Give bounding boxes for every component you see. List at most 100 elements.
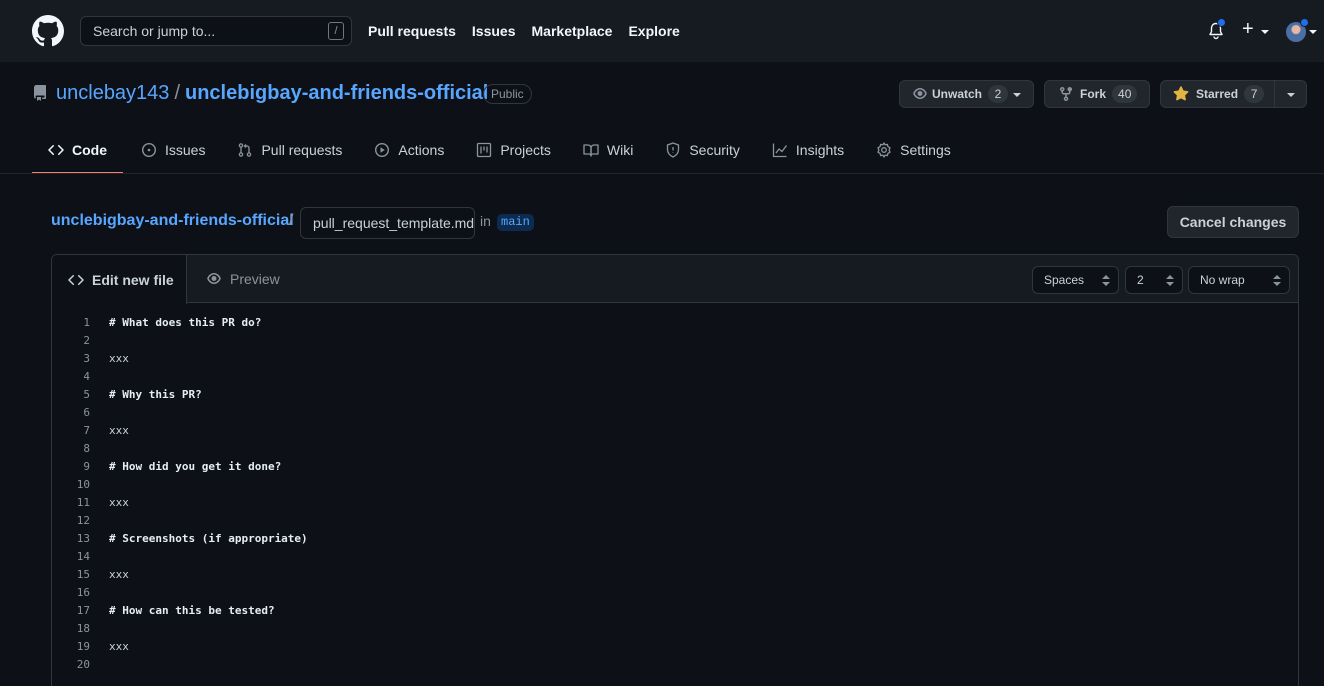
unwatch-button[interactable]: Unwatch 2 — [899, 80, 1034, 108]
repo-tabs: Code Issues Pull requests Actions Projec… — [32, 126, 967, 174]
line-content: # Screenshots (if appropriate) — [109, 532, 308, 545]
code-line[interactable]: 17 # How can this be tested? — [52, 602, 1298, 620]
edit-tab-label: Edit new file — [92, 271, 174, 288]
star-filled-icon — [1173, 86, 1189, 101]
code-line[interactable]: 19 xxx — [52, 638, 1298, 656]
code-line[interactable]: 4 — [52, 368, 1298, 386]
line-content: # Why this PR? — [109, 388, 202, 401]
line-content: xxx — [109, 496, 129, 509]
tab-insights[interactable]: Insights — [756, 126, 860, 174]
code-line[interactable]: 12 — [52, 512, 1298, 530]
tab-security-label: Security — [689, 142, 740, 158]
code-line[interactable]: 18 — [52, 620, 1298, 638]
line-number: 16 — [76, 586, 90, 599]
code-line[interactable]: 11 xxx — [52, 494, 1298, 512]
code-line[interactable]: 7 xxx — [52, 422, 1298, 440]
line-content: xxx — [109, 424, 129, 437]
unwatch-label: Unwatch — [932, 87, 983, 101]
tab-pull-requests-label: Pull requests — [261, 142, 343, 158]
branch-prefix-label: in — [480, 213, 491, 229]
code-icon — [48, 144, 64, 156]
cancel-changes-button[interactable]: Cancel changes — [1167, 206, 1299, 238]
fork-label: Fork — [1080, 87, 1107, 101]
watch-chevron-down-icon[interactable] — [1013, 93, 1021, 97]
code-line[interactable]: 13 # Screenshots (if appropriate) — [52, 530, 1298, 548]
code-line[interactable]: 9 # How did you get it done? — [52, 458, 1298, 476]
tab-insights-label: Insights — [795, 142, 845, 158]
line-number: 3 — [83, 352, 90, 365]
search-shortcut-key: / — [328, 22, 344, 40]
tab-actions-label: Actions — [398, 142, 445, 158]
line-content: xxx — [109, 568, 129, 581]
github-logo-icon[interactable] — [32, 15, 64, 47]
line-number: 6 — [83, 406, 90, 419]
starred-button[interactable]: Starred 7 — [1160, 80, 1307, 108]
breadcrumb-repo-link[interactable]: unclebigbay-and-friends-official — [51, 212, 294, 230]
avatar-status-indicator — [1300, 18, 1309, 27]
tab-projects[interactable]: Projects — [460, 126, 567, 174]
line-number: 20 — [76, 658, 90, 671]
code-line[interactable]: 5 # Why this PR? — [52, 386, 1298, 404]
wrap-mode-select[interactable]: No wrap — [1188, 266, 1290, 294]
code-editor-area[interactable]: 1 # What does this PR do? 2 3 xxx 4 5 # Why thi… — [52, 314, 1298, 674]
code-line[interactable]: 16 — [52, 584, 1298, 602]
filename-field[interactable]: pull_request_template.md — [300, 207, 475, 239]
line-number: 17 — [76, 604, 90, 617]
eye-icon — [913, 88, 927, 99]
nav-marketplace[interactable]: Marketplace — [532, 23, 613, 39]
code-line[interactable]: 8 — [52, 440, 1298, 458]
editor-toolbar: Edit new file Preview Spaces 2 No wrap — [52, 255, 1298, 304]
indent-mode-select[interactable]: Spaces — [1032, 266, 1119, 294]
pull-request-icon — [239, 143, 252, 157]
line-content: # How can this be tested? — [109, 604, 275, 617]
tab-pull-requests[interactable]: Pull requests — [221, 126, 358, 174]
line-number: 9 — [83, 460, 90, 473]
repo-name-link[interactable]: unclebigbay-and-friends-official — [185, 82, 488, 104]
code-line[interactable]: 2 — [52, 332, 1298, 350]
code-line[interactable]: 15 xxx — [52, 566, 1298, 584]
create-new-button[interactable]: + — [1242, 19, 1254, 39]
repo-icon — [34, 85, 46, 101]
fork-count: 40 — [1112, 85, 1138, 103]
line-number: 2 — [83, 334, 90, 347]
tab-preview[interactable]: Preview — [206, 255, 280, 303]
line-number: 11 — [76, 496, 90, 509]
nav-pull-requests[interactable]: Pull requests — [368, 23, 456, 39]
line-number: 15 — [76, 568, 90, 581]
tab-code[interactable]: Code — [32, 126, 123, 174]
star-divider — [1274, 81, 1275, 107]
star-list-chevron-down-icon[interactable] — [1287, 93, 1295, 97]
nav-explore[interactable]: Explore — [628, 23, 679, 39]
tab-wiki[interactable]: Wiki — [567, 126, 649, 174]
code-line[interactable]: 6 — [52, 404, 1298, 422]
code-line[interactable]: 3 xxx — [52, 350, 1298, 368]
visibility-badge: Public — [483, 84, 532, 104]
repo-owner-link[interactable]: unclebay143 — [56, 82, 169, 104]
tab-actions[interactable]: Actions — [358, 126, 460, 174]
tab-edit-new-file[interactable]: Edit new file — [52, 255, 187, 304]
line-number: 4 — [83, 370, 90, 383]
code-line[interactable]: 20 — [52, 656, 1298, 674]
fork-button[interactable]: Fork 40 — [1044, 80, 1150, 108]
code-line[interactable]: 10 — [52, 476, 1298, 494]
search-input[interactable]: Search or jump to... / — [80, 16, 352, 46]
book-icon — [583, 144, 599, 157]
shield-icon — [667, 142, 680, 158]
file-editor: Edit new file Preview Spaces 2 No wrap 1… — [51, 254, 1299, 686]
repo-separator: / — [174, 82, 180, 104]
indent-mode-value: Spaces — [1044, 273, 1085, 287]
tab-security[interactable]: Security — [649, 126, 756, 174]
code-line[interactable]: 14 — [52, 548, 1298, 566]
tab-settings[interactable]: Settings — [860, 126, 967, 174]
issue-icon — [141, 142, 157, 158]
tab-projects-label: Projects — [500, 142, 551, 158]
fork-icon — [1060, 87, 1072, 102]
preview-tab-label: Preview — [230, 271, 280, 287]
line-number: 10 — [76, 478, 90, 491]
tab-issues[interactable]: Issues — [125, 126, 221, 174]
code-line[interactable]: 1 # What does this PR do? — [52, 314, 1298, 332]
create-new-chevron-down-icon — [1261, 30, 1269, 34]
nav-issues[interactable]: Issues — [472, 23, 516, 39]
project-icon — [477, 142, 492, 158]
indent-size-select[interactable]: 2 — [1125, 266, 1183, 294]
